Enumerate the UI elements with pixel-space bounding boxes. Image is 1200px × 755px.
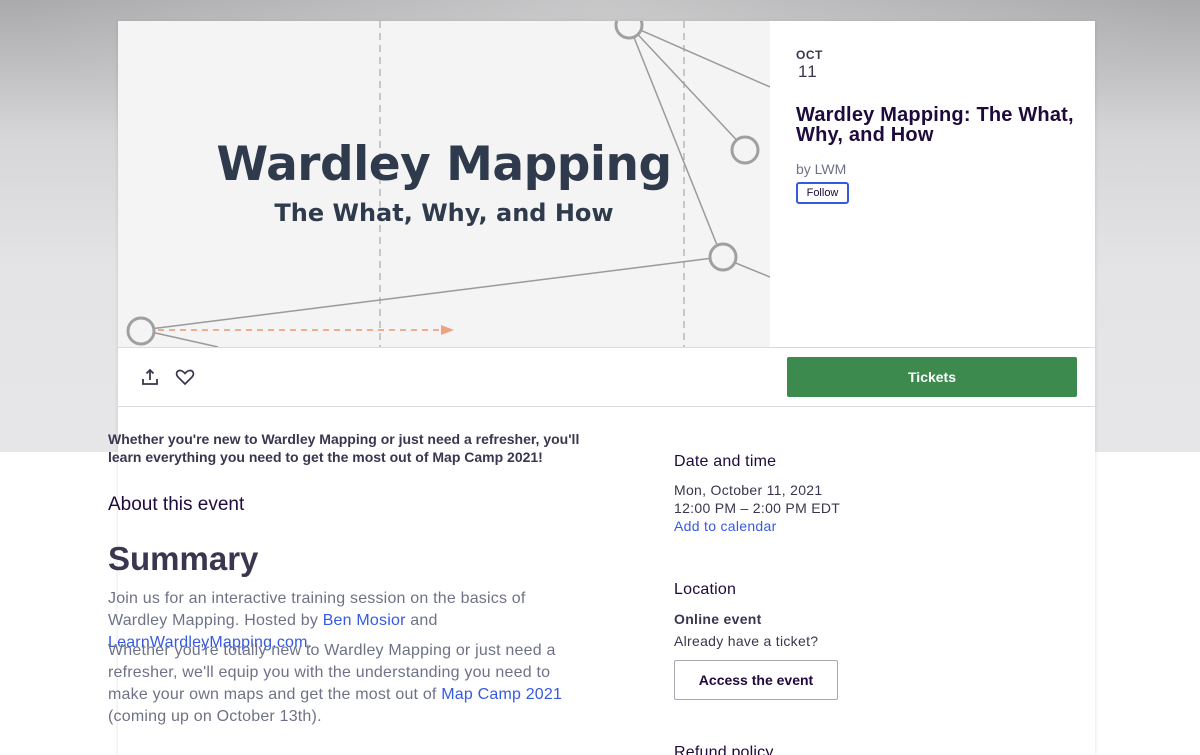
ticket-prompt: Already have a ticket? <box>674 633 819 649</box>
hero-title: Wardley Mapping <box>216 137 672 192</box>
about-heading: About this event <box>108 494 245 515</box>
follow-button[interactable]: Follow <box>796 182 849 204</box>
location-heading: Location <box>674 581 737 598</box>
details-paragraph: Whether you're totally new to Wardley Ma… <box>108 640 588 728</box>
map-node <box>708 242 738 272</box>
host-link-ben-mosior[interactable]: Ben Mosior <box>323 612 406 629</box>
organizer-name: by LWM <box>796 161 847 177</box>
summary-heading: Summary <box>108 540 259 577</box>
map-node <box>126 316 156 346</box>
map-node <box>614 21 644 40</box>
date-line: Mon, October 11, 2021 <box>674 482 823 498</box>
text: and <box>405 612 438 629</box>
event-summary-panel: OCT 11 Wardley Mapping: The What, Why, a… <box>770 21 1095 347</box>
time-line: 12:00 PM – 2:00 PM EDT <box>674 500 841 516</box>
location-type: Online event <box>674 611 762 627</box>
text: Join us for an interactive training sess… <box>108 590 526 629</box>
hero-banner: Wardley Mapping The What, Why, and How <box>118 21 770 347</box>
date-month: OCT <box>796 48 823 62</box>
text: (coming up on October 13th). <box>108 708 322 725</box>
map-camp-link[interactable]: Map Camp 2021 <box>441 686 562 703</box>
add-to-calendar-link[interactable]: Add to calendar <box>674 517 777 535</box>
share-icon[interactable] <box>138 365 162 389</box>
event-title: Wardley Mapping: The What, Why, and How <box>796 104 1074 146</box>
action-bar: Tickets <box>118 347 1095 407</box>
date-day: 11 <box>798 62 818 81</box>
hero-subtitle: The What, Why, and How <box>274 199 614 227</box>
access-event-button[interactable]: Access the event <box>674 660 838 700</box>
date-time-heading: Date and time <box>674 453 777 470</box>
refund-policy-heading: Refund policy <box>674 744 774 755</box>
tickets-button[interactable]: Tickets <box>787 357 1077 397</box>
event-intro: Whether you're new to Wardley Mapping or… <box>108 431 580 465</box>
heart-icon[interactable] <box>173 365 197 389</box>
